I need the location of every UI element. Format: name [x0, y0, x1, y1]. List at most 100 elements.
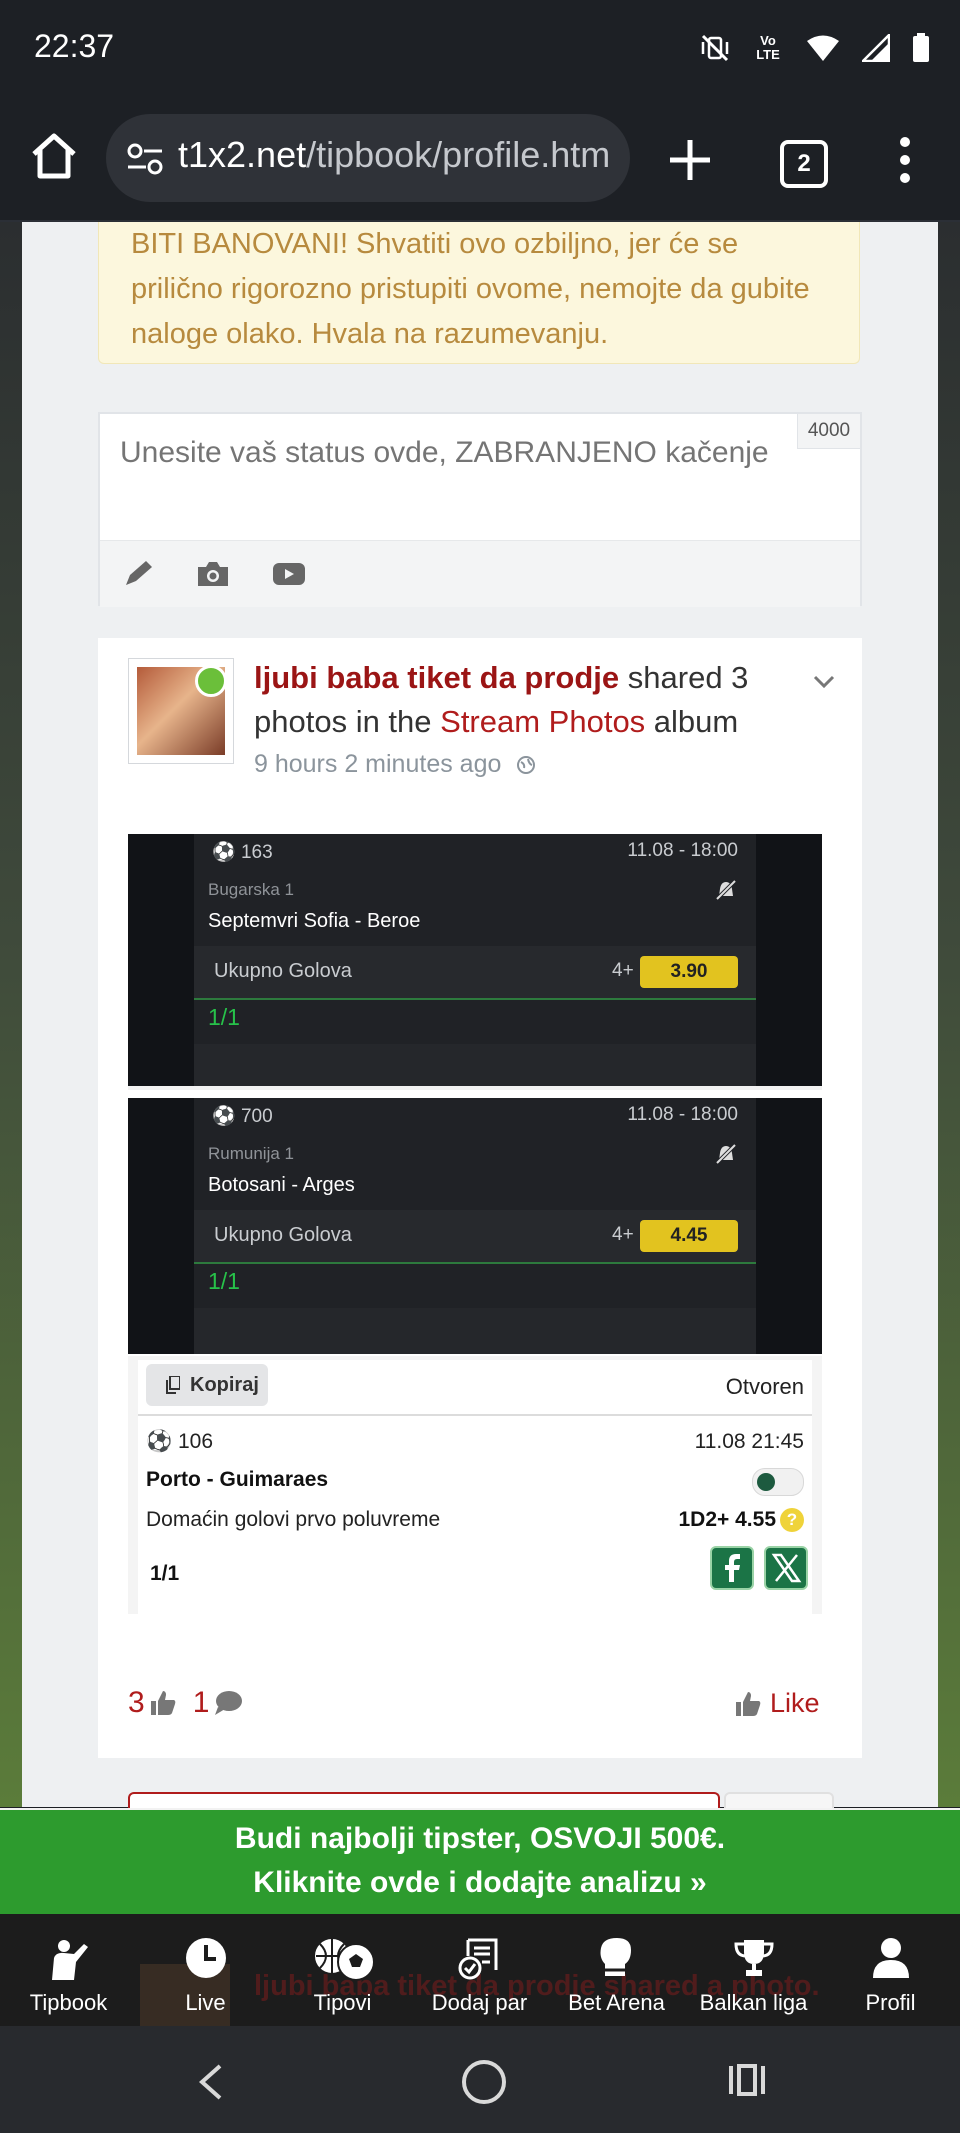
- bet-market-row: Ukupno Golova 4+ 4.45: [194, 1210, 756, 1264]
- facebook-icon: [710, 1546, 754, 1590]
- album-link[interactable]: Stream Photos: [440, 704, 645, 739]
- nav-label: Tipbook: [29, 1990, 108, 2015]
- help-icon: ?: [780, 1508, 804, 1532]
- nav-label: Profil: [865, 1990, 916, 2015]
- bet-odds: 4.45: [640, 1220, 738, 1252]
- vibrate-off-icon: [701, 34, 729, 62]
- post-username-link[interactable]: ljubi baba tiket da prodje: [254, 660, 619, 695]
- bet-line: 4+: [612, 960, 634, 981]
- bet-result: 1/1: [208, 1004, 240, 1030]
- like-label: Like: [770, 1688, 820, 1718]
- bet-next-row: [194, 1308, 756, 1354]
- post-card: ljubi baba tiket da prodje shared 3 phot…: [98, 638, 862, 1758]
- balls-icon: [312, 1937, 375, 1981]
- url-text[interactable]: t1x2.net/tipbook/profile.htm: [178, 134, 618, 176]
- ticket-pick: 1D2+ 4.55: [678, 1508, 777, 1531]
- signal-icon: [862, 34, 890, 62]
- url-host: t1x2.net: [178, 134, 307, 175]
- ticket-add-icon: [458, 1938, 497, 1980]
- post-time-text: 9 hours 2 minutes ago: [254, 750, 502, 778]
- status-time: 22:37: [34, 28, 115, 64]
- nav-label: Bet Arena: [568, 1990, 665, 2015]
- volte-label: Vo LTE: [756, 33, 780, 62]
- home-icon[interactable]: [28, 130, 80, 182]
- status-input[interactable]: [120, 436, 800, 470]
- status-composer: 4000: [98, 412, 862, 607]
- url-path: /tipbook/profile.htm: [306, 134, 611, 175]
- nav-live[interactable]: Live: [137, 1914, 274, 2026]
- recent-apps-icon[interactable]: [728, 2064, 766, 2096]
- battery-icon: [913, 33, 929, 62]
- nav-balkan-liga[interactable]: Balkan liga: [685, 1914, 822, 2026]
- nav-bet-arena[interactable]: Bet Arena: [548, 1914, 685, 2026]
- toggle-knob: [757, 1473, 775, 1491]
- bet-event-id: 700: [240, 1106, 273, 1127]
- status-icons: Vo LTE: [700, 28, 930, 68]
- bet-event-id: 163: [240, 842, 273, 863]
- soccer-ball-icon: ⚽: [146, 1430, 173, 1453]
- promo-line-1: Budi najbolji tipster, OSVOJI 500€.: [234, 1822, 726, 1855]
- nav-label: Dodaj par: [431, 1990, 528, 2015]
- bet-league: Rumunija 1: [208, 1144, 294, 1163]
- bet-match: Septemvri Sofia - Beroe: [208, 910, 421, 932]
- chevron-down-icon[interactable]: [812, 674, 836, 690]
- ticket-divider: [138, 1414, 812, 1416]
- copy-icon: [166, 1376, 180, 1394]
- photo-divider: [128, 1086, 822, 1090]
- nav-label: Live: [185, 1990, 226, 2015]
- post-header: ljubi baba tiket da prodje shared 3 phot…: [254, 656, 774, 744]
- tab-switcher-button[interactable]: 2: [780, 140, 828, 188]
- x-icon: [764, 1546, 808, 1590]
- tipster-icon: [51, 1940, 88, 1980]
- bottom-nav: ljubi baba tiket da prodje shared a phot…: [0, 1914, 960, 2026]
- youtube-icon[interactable]: [272, 559, 306, 589]
- more-menu-icon[interactable]: [890, 134, 920, 186]
- bet-event-row: ⚽ 700 11.08 - 18:00: [212, 1104, 738, 1128]
- ticket-event-number: 106: [178, 1430, 214, 1453]
- post-photo[interactable]: ⚽ 700 11.08 - 18:00 Rumunija 1 Botosani …: [128, 1098, 822, 1354]
- clock-icon: [185, 1938, 226, 1978]
- avatar[interactable]: [128, 658, 234, 764]
- new-tab-icon[interactable]: [664, 134, 716, 186]
- camera-icon[interactable]: [196, 559, 230, 589]
- ticket-result: 1/1: [150, 1562, 180, 1585]
- likes-count[interactable]: 3: [128, 1686, 145, 1720]
- home-button[interactable]: [462, 2060, 506, 2104]
- bell-off-icon: [715, 879, 737, 901]
- nav-profil[interactable]: Profil: [822, 1914, 959, 2026]
- post-photo[interactable]: Kopiraj Otvoren ⚽ 106 11.08 21:45 Porto …: [128, 1356, 822, 1614]
- bet-market-row: Ukupno Golova 4+ 3.90: [194, 946, 756, 1000]
- back-icon[interactable]: [196, 2062, 226, 2102]
- nav-label: Tipovi: [313, 1990, 372, 2015]
- bet-next-row: [194, 1044, 756, 1090]
- copy-label: Kopiraj: [190, 1374, 259, 1396]
- ticket-match: Porto - Guimaraes: [146, 1468, 329, 1491]
- post-album-suffix: album: [645, 704, 739, 739]
- warning-text: BITI BANOVANI! Shvatiti ovo ozbiljno, je…: [131, 228, 810, 350]
- boxing-glove-icon: [600, 1938, 631, 1976]
- nav-tipbook[interactable]: Tipbook: [0, 1914, 137, 2026]
- bet-result: 1/1: [208, 1268, 240, 1294]
- user-icon: [872, 1938, 909, 1978]
- soccer-ball-icon: ⚽: [212, 842, 236, 863]
- ticket-datetime: 11.08 21:45: [694, 1430, 804, 1453]
- comments-count[interactable]: 1: [193, 1686, 210, 1720]
- pencil-icon[interactable]: [122, 559, 156, 589]
- post-reactions: 3 1: [128, 1686, 249, 1720]
- nav-dodaj-par[interactable]: Dodaj par: [411, 1914, 548, 2026]
- promo-banner[interactable]: Budi najbolji tipster, OSVOJI 500€. Klik…: [0, 1808, 960, 1916]
- bet-event-datetime: 11.08 - 18:00: [627, 1104, 738, 1125]
- site-settings-icon[interactable]: [126, 142, 164, 176]
- bet-event-datetime: 11.08 - 18:00: [627, 840, 738, 861]
- ticket-event-id: ⚽ 106: [146, 1430, 213, 1454]
- globe-icon: [517, 756, 536, 774]
- online-indicator: [195, 665, 227, 697]
- like-button[interactable]: Like: [734, 1688, 820, 1719]
- bet-market: Ukupno Golova: [214, 960, 352, 982]
- nav-tipovi[interactable]: Tipovi: [274, 1914, 411, 2026]
- char-count: 4000: [797, 414, 860, 449]
- address-bar[interactable]: t1x2.net/tipbook/profile.htm: [106, 114, 630, 202]
- volte-icon: Vo LTE: [752, 34, 784, 62]
- status-bar: 22:37 Vo LTE: [0, 0, 960, 96]
- post-photo[interactable]: ⚽ 163 11.08 - 18:00 Bugarska 1 Septemvri…: [128, 834, 822, 1090]
